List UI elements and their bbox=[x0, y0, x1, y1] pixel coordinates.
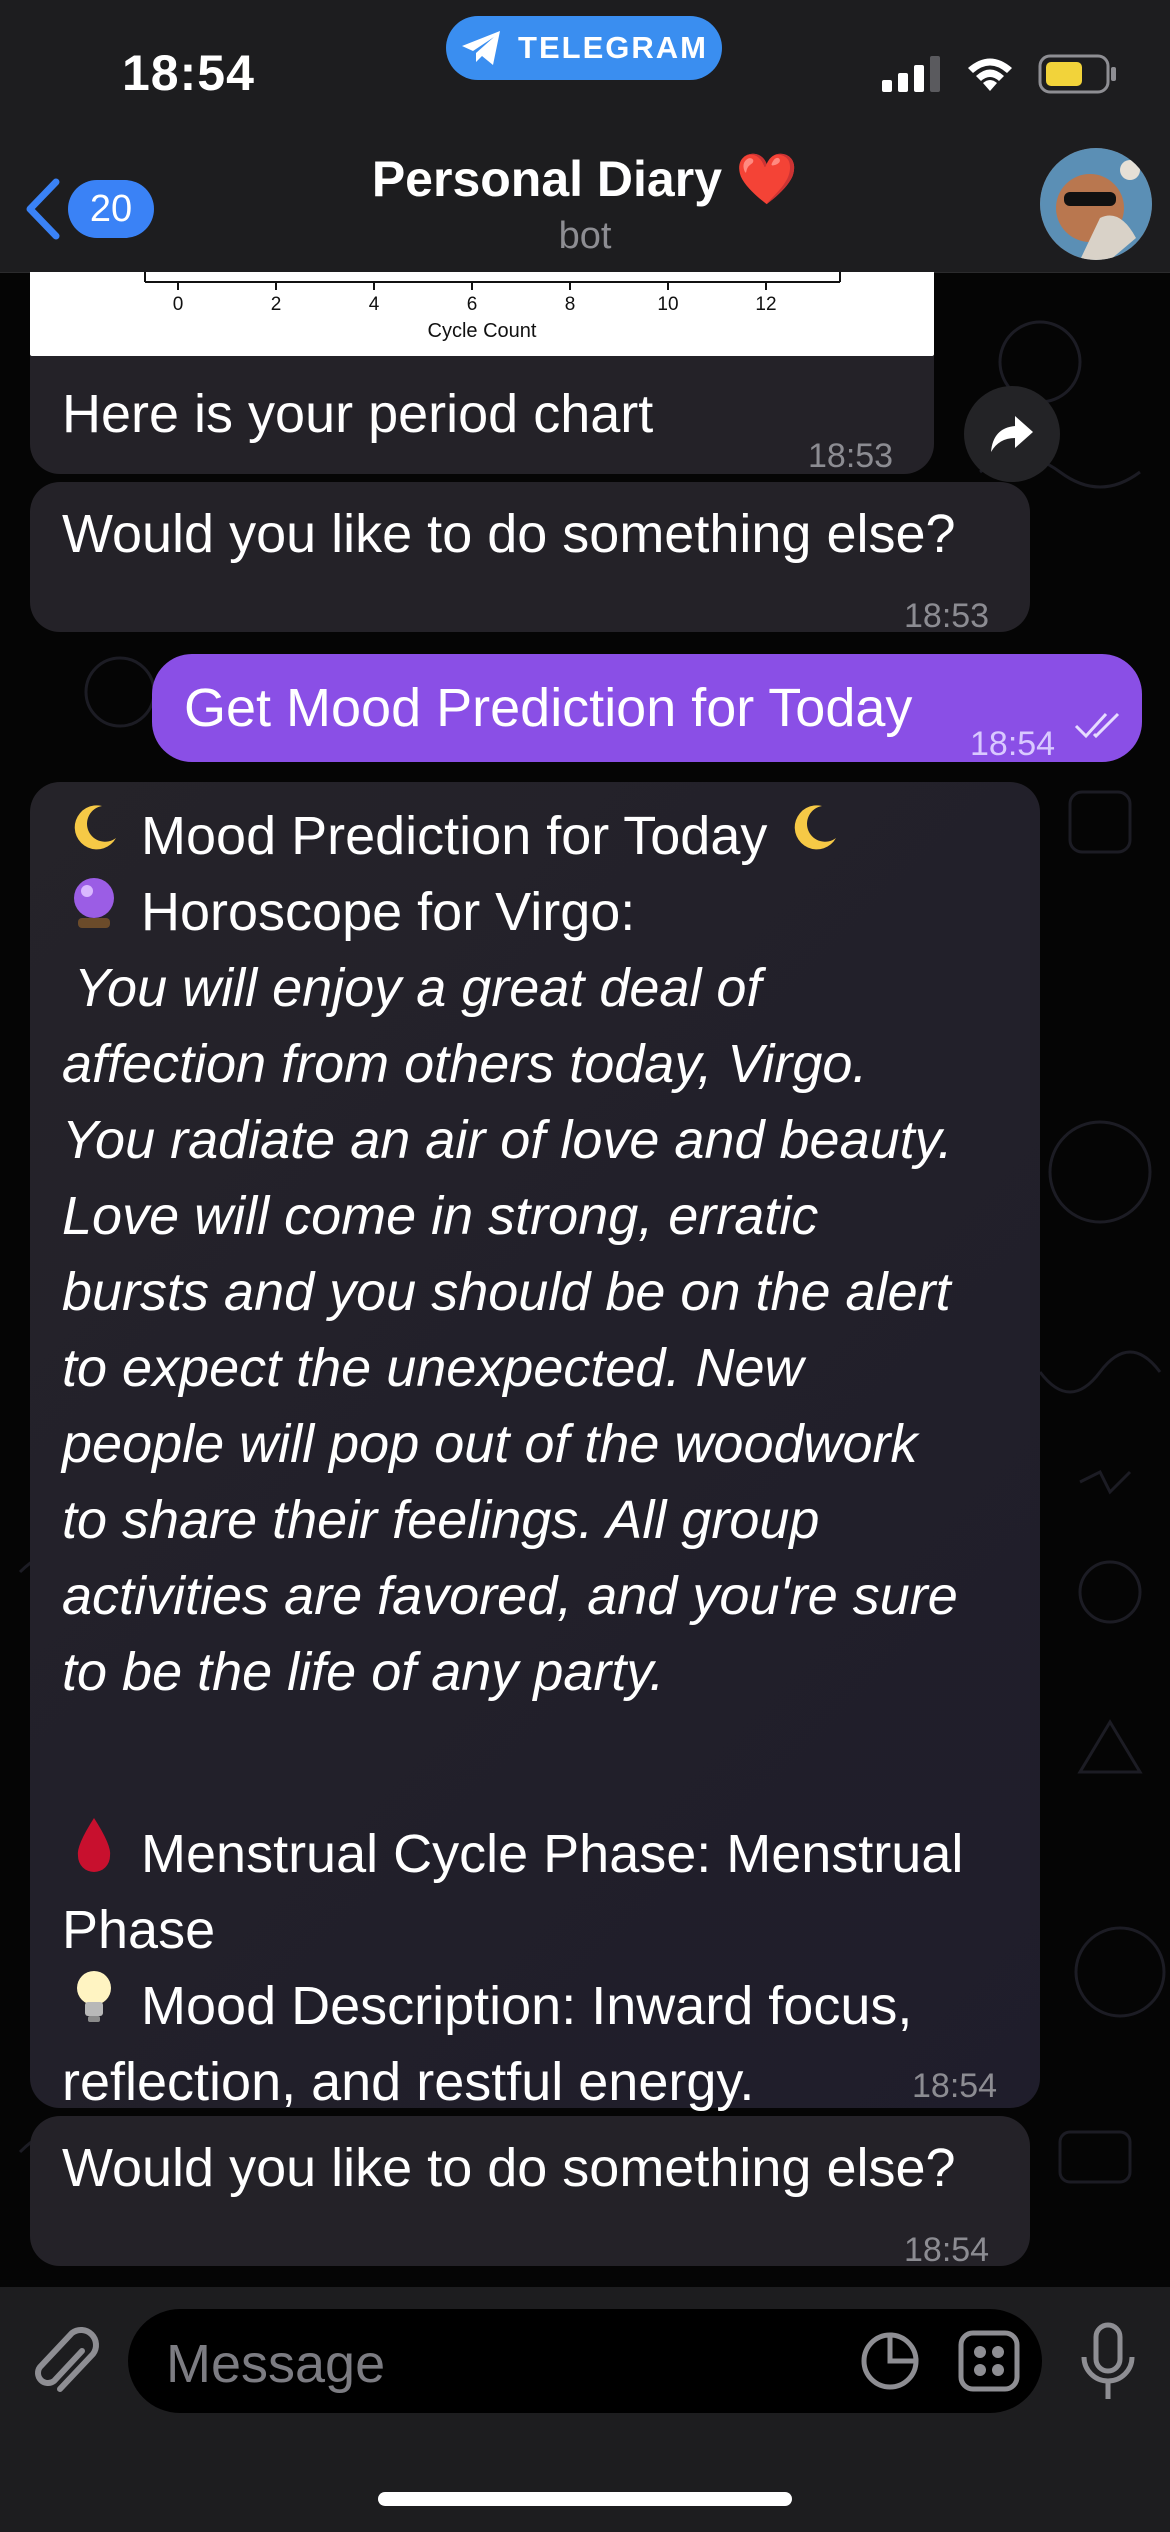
horoscope-line: You radiate an air of love and beauty. bbox=[62, 1110, 953, 1170]
chart-tick-label: 10 bbox=[657, 294, 679, 315]
horoscope-line: You will enjoy a great deal of bbox=[74, 958, 762, 1018]
message-input[interactable]: Message bbox=[128, 2309, 1042, 2413]
horoscope-text: You will enjoy a great deal of bbox=[62, 950, 1042, 1026]
mood-prediction-bubble[interactable]: Mood Prediction for Today Horoscope for … bbox=[30, 782, 1040, 2112]
message-time: 18:54 bbox=[970, 725, 1056, 763]
prediction-heading: Mood Prediction for Today bbox=[141, 806, 768, 866]
heart-emoji: ❤️ bbox=[735, 151, 799, 207]
message-time: 18:54 bbox=[912, 2067, 998, 2105]
light-bulb-icon bbox=[62, 1968, 126, 2044]
chart-tick-label: 12 bbox=[755, 294, 777, 315]
chart-tick-label: 6 bbox=[466, 294, 478, 315]
telegram-pill-label: TELEGRAM bbox=[518, 30, 708, 65]
chat-subtitle: bot bbox=[558, 215, 612, 257]
horoscope-line: to share their feelings. All group bbox=[62, 1490, 820, 1550]
bot-avatar[interactable] bbox=[1040, 148, 1152, 260]
period-chart-image[interactable]: 0 2 4 6 8 10 12 Cycle Count bbox=[30, 272, 934, 356]
top-bar: 18:54 TELEGRAM 20 Personal Diary ❤️ bot bbox=[0, 0, 1170, 273]
horoscope-line: affection from others today, Virgo. bbox=[62, 1034, 868, 1094]
horoscope-line: people will pop out of the woodwork bbox=[62, 1414, 918, 1474]
mood-line: Mood Description: Inward focus, bbox=[62, 1968, 1042, 2044]
outgoing-message-bubble[interactable]: Get Mood Prediction for Today 18:54 bbox=[152, 654, 1142, 763]
attach-paperclip-icon[interactable] bbox=[30, 2321, 100, 2405]
chart-tick-label: 8 bbox=[564, 294, 576, 315]
horoscope-text-rest: affection from others today, Virgo. You … bbox=[62, 1026, 1042, 1710]
outgoing-message-text: Get Mood Prediction for Today bbox=[184, 678, 913, 738]
crescent-moon-icon bbox=[62, 798, 126, 874]
message-bubble-else2[interactable]: Would you like to do something else? 18:… bbox=[30, 2116, 1030, 2269]
chart-xlabel: Cycle Count bbox=[427, 320, 537, 342]
message-text: Would you like to do something else? bbox=[62, 504, 956, 564]
status-icons bbox=[882, 54, 1118, 94]
telegram-pill[interactable]: TELEGRAM bbox=[446, 16, 722, 80]
chart-tick-label: 0 bbox=[172, 294, 184, 315]
horoscope-label: Horoscope for Virgo: bbox=[141, 882, 636, 942]
horoscope-line: activities are favored, and you're sure bbox=[62, 1566, 958, 1626]
horoscope-line: to be the life of any party. bbox=[62, 1642, 665, 1702]
message-time: 18:54 bbox=[904, 2231, 990, 2269]
chart-axis bbox=[144, 272, 841, 290]
bot-commands-icon[interactable] bbox=[958, 2330, 1020, 2392]
crescent-moon-icon bbox=[782, 798, 846, 874]
message-input-placeholder: Message bbox=[166, 2334, 386, 2394]
sticker-icon[interactable] bbox=[860, 2331, 920, 2391]
chart-caption-bubble[interactable]: Here is your period chart 18:53 bbox=[30, 356, 934, 475]
chat-title: Personal Diary ❤️ bbox=[0, 150, 1170, 209]
wifi-icon bbox=[968, 58, 1012, 91]
phase-line: Menstrual Cycle Phase: Menstrual bbox=[62, 1816, 1042, 1892]
prediction-heading-line: Mood Prediction for Today bbox=[62, 798, 1042, 874]
horoscope-line: bursts and you should be on the alert bbox=[62, 1262, 951, 1322]
telegram-plane-icon bbox=[462, 31, 501, 65]
read-checkmarks-icon bbox=[1074, 712, 1120, 739]
crystal-ball-icon bbox=[62, 874, 126, 950]
avatar-image bbox=[1040, 148, 1152, 260]
mood-text-1: Mood Description: Inward focus, bbox=[141, 1976, 913, 2036]
message-text: Would you like to do something else? bbox=[62, 2138, 956, 2198]
input-bar: Message bbox=[0, 2287, 1170, 2532]
chart-caption-text: Here is your period chart bbox=[62, 384, 654, 444]
home-indicator[interactable] bbox=[378, 2492, 792, 2506]
message-bubble-else1[interactable]: Would you like to do something else? 18:… bbox=[30, 482, 1030, 635]
status-time: 18:54 bbox=[122, 45, 255, 101]
phase-text-2: Phase bbox=[62, 1900, 216, 1960]
share-button[interactable] bbox=[964, 386, 1060, 482]
share-arrow-icon bbox=[991, 416, 1033, 452]
mood-prediction-content: Mood Prediction for Today Horoscope for … bbox=[62, 798, 1042, 2120]
chat-title-text: Personal Diary bbox=[371, 151, 722, 207]
phase-text-1: Menstrual Cycle Phase: Menstrual bbox=[141, 1824, 964, 1884]
signal-icon bbox=[882, 56, 940, 92]
mood-text-2: reflection, and restful energy. bbox=[62, 2052, 755, 2112]
message-time: 18:53 bbox=[904, 597, 990, 635]
microphone-icon[interactable] bbox=[1078, 2321, 1138, 2405]
chart-tick-label: 2 bbox=[270, 294, 282, 315]
horoscope-line: Love will come in strong, erratic bbox=[62, 1186, 819, 1246]
battery-icon bbox=[1038, 54, 1116, 94]
horoscope-line: to expect the unexpected. New bbox=[62, 1338, 804, 1398]
horoscope-label-line: Horoscope for Virgo: bbox=[62, 874, 1042, 950]
drop-of-blood-icon bbox=[62, 1816, 126, 1892]
chart-tick-label: 4 bbox=[368, 294, 380, 315]
chat-title-area[interactable]: Personal Diary ❤️ bot bbox=[0, 150, 1170, 258]
